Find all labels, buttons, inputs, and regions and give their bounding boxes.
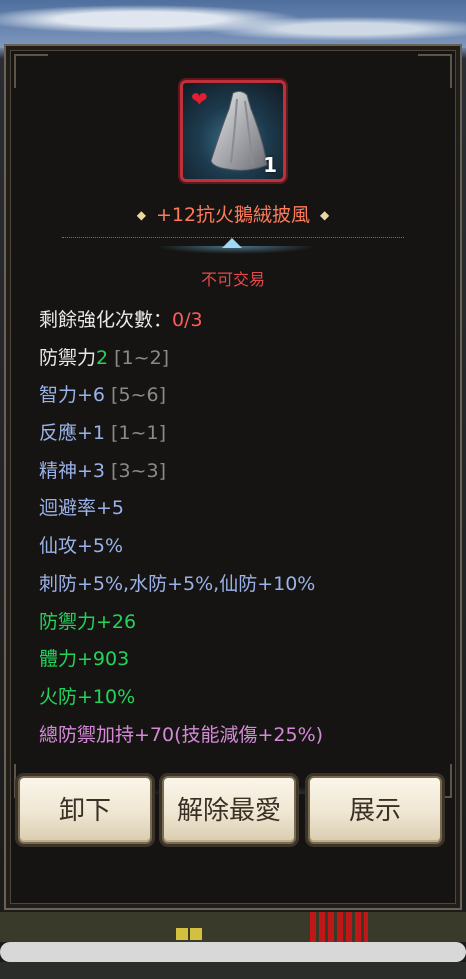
stat-line: 精神+3 [3~3] xyxy=(39,453,439,491)
stat-text: 2 xyxy=(96,346,109,369)
background-sky xyxy=(0,0,466,48)
stat-line: 迴避率+5 xyxy=(39,490,439,528)
stat-text: 剩餘強化次數： xyxy=(39,309,173,331)
item-quantity: 1 xyxy=(263,153,277,177)
item-name: +12抗火鵝絨披風 xyxy=(155,204,311,226)
item-title: ◆ +12抗火鵝絨披風 ◆ xyxy=(6,200,460,227)
home-indicator-bar xyxy=(0,942,466,962)
stat-line: 防禦力+26 xyxy=(39,604,439,642)
stat-line: 總防禦加持+70(技能減傷+25%) xyxy=(39,717,439,755)
trade-status: 不可交易 xyxy=(200,270,265,289)
diamond-left-icon: ◆ xyxy=(136,208,146,222)
stat-text: 仙攻+5% xyxy=(39,535,124,558)
stat-text: 刺防+5%,水防+5%,仙防+10% xyxy=(39,572,316,595)
show-button[interactable]: 展示 xyxy=(308,776,442,844)
stat-text: 防禦力 xyxy=(39,346,97,369)
stat-line: 體力+903 xyxy=(39,641,439,679)
stat-line: 火防+10% xyxy=(39,679,439,717)
bottom-strip xyxy=(0,962,466,979)
stat-text: [1~1] xyxy=(105,422,166,445)
stat-line: 智力+6 [5~6] xyxy=(39,377,439,415)
scroll-up-arrow-icon[interactable] xyxy=(222,238,242,248)
stat-text: 防禦力+26 xyxy=(39,610,137,633)
stat-text: 總防禦加持+70(技能減傷+25%) xyxy=(39,723,324,746)
diamond-right-icon: ◆ xyxy=(320,208,330,222)
game-hud-bar xyxy=(0,912,466,942)
stat-line: 反應+1 [1~1] xyxy=(39,415,439,453)
stat-text: 0/3 xyxy=(172,309,203,331)
cloak-icon xyxy=(210,90,268,171)
stat-line: 仙攻+5% xyxy=(39,528,439,566)
stat-text: 迴避率+5 xyxy=(39,497,125,520)
unfavorite-button[interactable]: 解除最愛 xyxy=(162,776,296,844)
stats-list: 剩餘強化次數：0/3 防禦力2 [1~2] 智力+6 [5~6] 反應+1 [1~1]… xyxy=(39,302,439,754)
stat-text: 體力+903 xyxy=(39,648,130,671)
stat-line: 剩餘強化次數：0/3 xyxy=(39,302,439,340)
stat-line: 刺防+5%,水防+5%,仙防+10% xyxy=(39,566,439,604)
hud-tile xyxy=(176,928,188,940)
stat-text: [5~6] xyxy=(105,384,166,407)
unequip-button[interactable]: 卸下 xyxy=(18,776,152,844)
stat-text: [1~2] xyxy=(108,346,170,369)
hud-tile xyxy=(190,928,202,940)
hud-indicator xyxy=(310,912,368,942)
stat-text: 反應+1 xyxy=(39,422,106,445)
stat-line: 防禦力2 [1~2] xyxy=(39,340,439,378)
frame-corner-top-left xyxy=(14,54,48,88)
stat-text: 智力+6 xyxy=(39,384,106,407)
item-icon-slot: ❤ 1 xyxy=(180,80,286,182)
stat-text: 精神+3 xyxy=(39,459,106,482)
stat-text: 火防+10% xyxy=(39,685,136,708)
frame-corner-top-right xyxy=(418,54,452,88)
stat-text: [3~3] xyxy=(105,459,166,482)
